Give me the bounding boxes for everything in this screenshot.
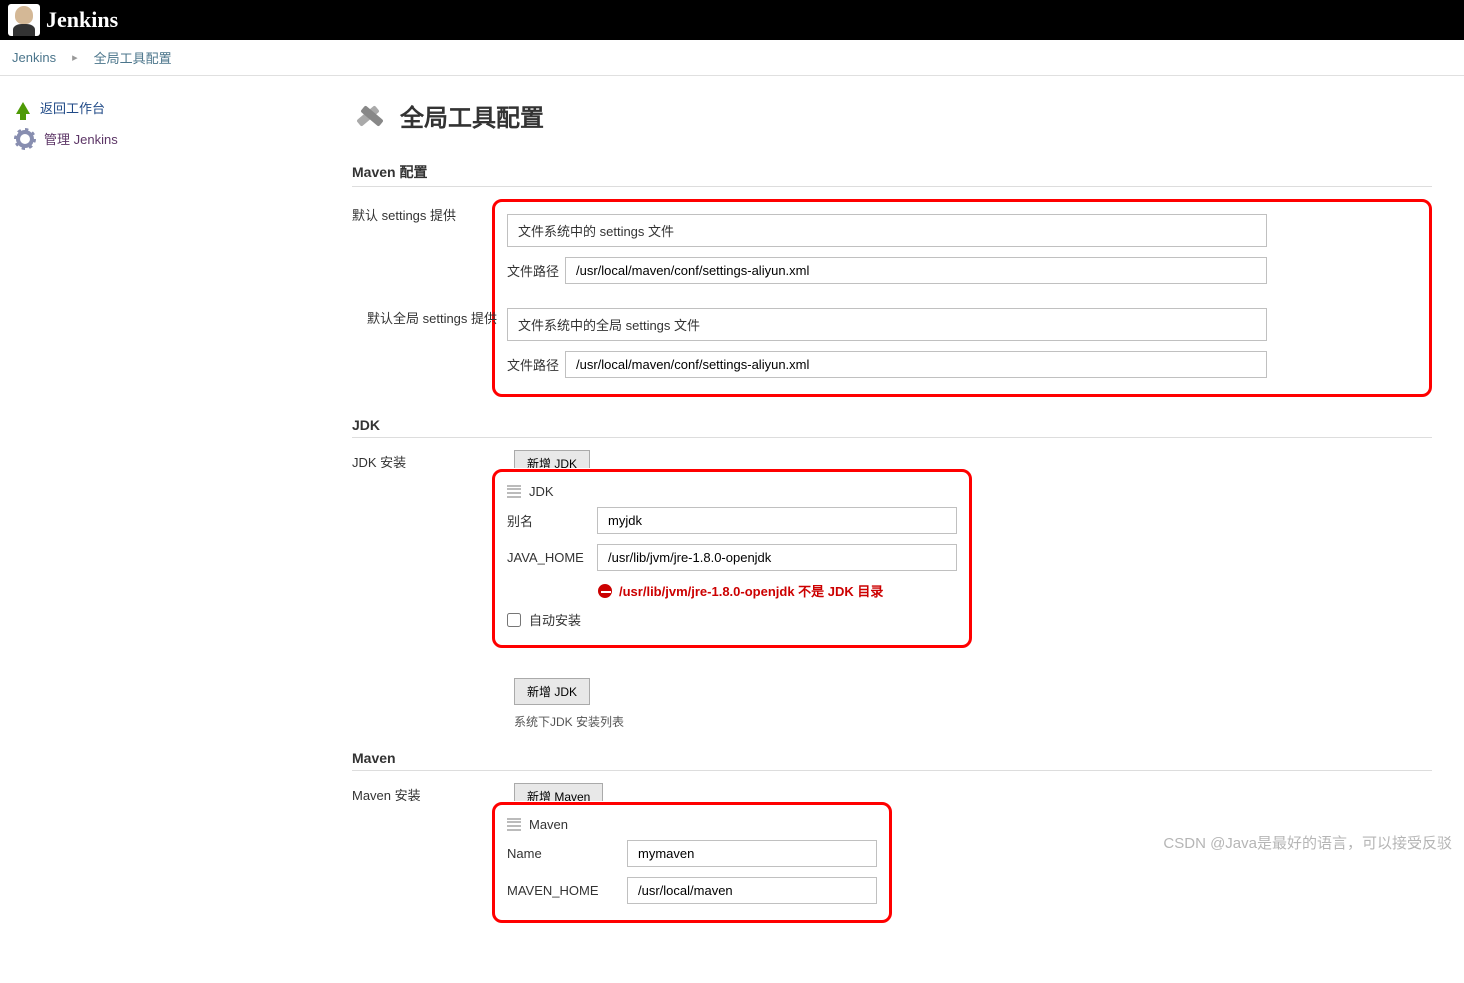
breadcrumb: Jenkins ▸ 全局工具配置 [0, 40, 1464, 76]
section-title-maven: Maven [352, 750, 1432, 771]
maven-item-title: Maven [529, 817, 568, 832]
default-global-settings-label: 默认全局 settings 提供 [367, 308, 507, 378]
add-jdk-button[interactable]: 新增 JDK [514, 678, 590, 705]
gear-icon [16, 130, 34, 148]
drag-handle-icon[interactable] [507, 485, 521, 499]
maven-name-input[interactable] [627, 840, 877, 867]
highlight-box-maven-config: 文件系统中的 settings 文件 文件路径 默认全局 settings 提供… [492, 199, 1432, 397]
add-maven-button-top[interactable]: 新增 Maven [514, 783, 603, 801]
tools-icon [352, 96, 390, 134]
highlight-box-jdk: JDK 别名 JAVA_HOME /usr/lib/jvm/jre-1 [492, 469, 972, 648]
sidebar: 返回工作台 管理 Jenkins [0, 76, 320, 983]
jdk-item-title: JDK [529, 484, 554, 499]
header: Jenkins [0, 0, 1464, 40]
default-global-settings-select[interactable]: 文件系统中的全局 settings 文件 [507, 308, 1267, 341]
breadcrumb-item-current[interactable]: 全局工具配置 [94, 48, 172, 67]
jdk-error-message: /usr/lib/jvm/jre-1.8.0-openjdk 不是 JDK 目录 [619, 581, 883, 600]
sidebar-item-label: 返回工作台 [40, 98, 105, 117]
java-home-input[interactable] [597, 544, 957, 571]
app-name[interactable]: Jenkins [46, 7, 118, 33]
section-title-maven-config: Maven 配置 [352, 162, 1432, 187]
up-arrow-icon [16, 102, 30, 114]
error-icon [597, 583, 613, 599]
section-title-jdk: JDK [352, 417, 1432, 438]
java-home-label: JAVA_HOME [507, 550, 597, 565]
maven-install-label: Maven 安装 [352, 783, 492, 804]
breadcrumb-item-jenkins[interactable]: Jenkins [12, 50, 56, 65]
drag-handle-icon[interactable] [507, 818, 521, 832]
file-path-label: 文件路径 [507, 261, 565, 280]
jdk-auto-install-label: 自动安装 [529, 610, 581, 629]
add-jdk-button-top[interactable]: 新增 JDK [514, 450, 590, 468]
watermark: CSDN @Java是最好的语言，可以接受反驳 [1163, 832, 1452, 853]
jdk-auto-install-checkbox[interactable] [507, 613, 521, 627]
highlight-box-maven: Maven Name MAVEN_HOME [492, 802, 892, 923]
jdk-help-text: 系统下JDK 安装列表 [514, 713, 1432, 730]
sidebar-item-manage[interactable]: 管理 Jenkins [0, 123, 320, 154]
chevron-right-icon: ▸ [72, 51, 78, 64]
default-settings-path-input[interactable] [565, 257, 1267, 284]
default-global-settings-path-input[interactable] [565, 351, 1267, 378]
sidebar-item-label: 管理 Jenkins [44, 129, 118, 148]
jdk-name-label: 别名 [507, 511, 597, 530]
maven-home-label: MAVEN_HOME [507, 883, 627, 898]
default-settings-label: 默认 settings 提供 [352, 199, 492, 224]
maven-home-input[interactable] [627, 877, 877, 904]
file-path-label: 文件路径 [507, 355, 565, 374]
page-title: 全局工具配置 [400, 98, 544, 133]
jdk-name-input[interactable] [597, 507, 957, 534]
jdk-install-label: JDK 安装 [352, 450, 492, 471]
sidebar-item-back[interactable]: 返回工作台 [0, 92, 320, 123]
default-settings-select[interactable]: 文件系统中的 settings 文件 [507, 214, 1267, 247]
jenkins-logo-icon [8, 4, 40, 36]
